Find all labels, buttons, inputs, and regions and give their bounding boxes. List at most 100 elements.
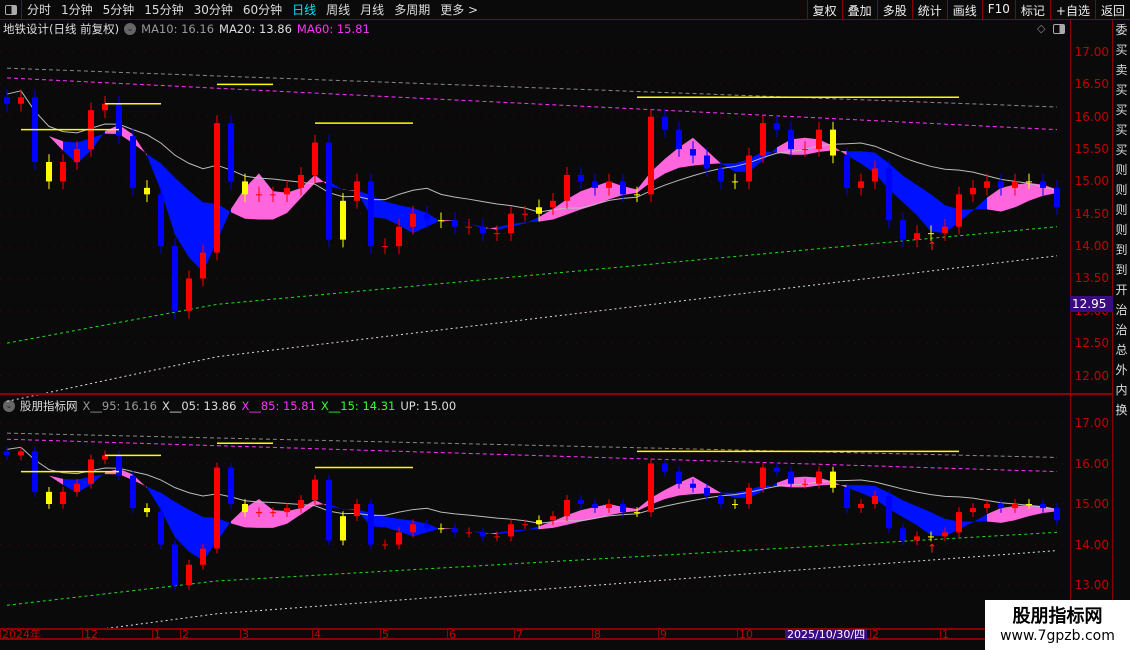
candle-body [382,544,388,546]
candle-body [802,483,808,485]
candle-body [970,508,976,513]
time-label: 8 [592,628,601,641]
price-tick: 16.50 [1074,77,1109,92]
ribbon-segment [385,516,399,532]
candle-body [970,187,976,195]
candle-body [928,233,934,235]
ribbon-segment [49,136,63,151]
candle-body [830,129,836,156]
candle-body [998,504,1004,509]
watermark: 股朋指标网 www.7gpzb.com [985,600,1130,650]
side-label: 买 [1115,103,1128,117]
candle-body [998,181,1004,188]
candle-body [270,512,276,514]
candle-body [858,181,864,188]
candle-body [536,520,542,525]
side-label: 换 [1115,403,1128,417]
candle-body [984,504,990,509]
candle-body [4,97,10,104]
candle-body [116,455,122,476]
candle-body [158,512,164,545]
candle-body [312,479,318,500]
toolbar-button[interactable]: 返回 [1094,0,1130,20]
candle-body [18,97,24,104]
candle-body [550,200,556,208]
candle-body [214,467,220,549]
side-panel-strip: 委买卖买买买买则则则则到到开治治总外内换 [1113,20,1130,640]
candle-body [564,499,570,517]
ribbon-segment [259,173,273,220]
price-tick: 14.50 [1074,206,1109,221]
candle-body [746,487,752,504]
candle-body [886,168,892,221]
candle-body [340,200,346,240]
time-label: 7 [514,628,523,641]
ribbon-segment [987,187,1001,212]
candle-body [60,491,66,504]
candle-body [1026,181,1032,183]
candle-body [592,504,598,509]
candle-body [172,246,178,311]
price-tick: 16.00 [1074,456,1109,471]
candle-body [844,155,850,188]
ribbon-segment [49,475,63,485]
candle-body [956,194,962,227]
candle-body [718,495,724,504]
candle-body [914,233,920,240]
candle-body [816,471,822,484]
candle-body [298,174,304,188]
candle-body [746,155,752,182]
time-label: 10 [737,628,753,641]
ribbon-segment [147,154,161,192]
lower-band [6,255,1058,402]
side-label: 外 [1115,363,1128,377]
candle-body [144,187,150,195]
side-label: 买 [1115,43,1128,57]
price-chart[interactable]: ↑↑ [0,0,1070,628]
candle-body [536,207,542,214]
x15-band [6,531,1058,606]
candle-body [228,123,234,182]
candle-body [872,168,878,182]
candle-body [186,278,192,311]
ribbon-segment [973,514,987,523]
time-label: 1 [152,628,161,641]
candle-body [914,536,920,541]
candle-body [774,123,780,130]
candle-body [312,142,318,175]
candle-body [396,226,402,247]
candle-body [4,451,10,456]
candle-body [158,194,164,247]
candle-body [900,528,906,541]
lower-band [106,550,1058,628]
candle-body [46,161,52,182]
side-label: 则 [1115,223,1128,237]
candle-body [942,532,948,537]
candle-body [284,187,290,195]
watermark-url: www.7gpzb.com [1000,628,1115,644]
candle-body [60,161,66,182]
candle-body [550,516,556,521]
candle-body [74,149,80,162]
pane-divider[interactable] [0,393,1113,395]
side-label: 则 [1115,203,1128,217]
candle-body [130,475,136,509]
time-label: 6 [447,628,456,641]
candle-body [46,491,52,504]
candle-body [508,524,514,537]
ribbon-segment [385,201,399,226]
price-tick: 14.00 [1074,537,1109,552]
time-label: 5 [380,628,389,641]
candle-body [942,226,948,234]
up-arrow-icon: ↑ [927,542,937,556]
candle-body [760,467,766,488]
candle-body [368,504,374,545]
time-axis: 2025/10/30/四 2024年 12 1 2 3 4 5 6 7 8 9 10 2 1 [0,628,1113,640]
candle-body [984,181,990,188]
side-label: 买 [1115,83,1128,97]
price-tick: 13.00 [1074,578,1109,592]
price-tick: 16.00 [1074,109,1109,124]
time-label: 12 [82,628,98,641]
ribbon-segment [525,216,539,224]
candle-body [802,149,808,151]
